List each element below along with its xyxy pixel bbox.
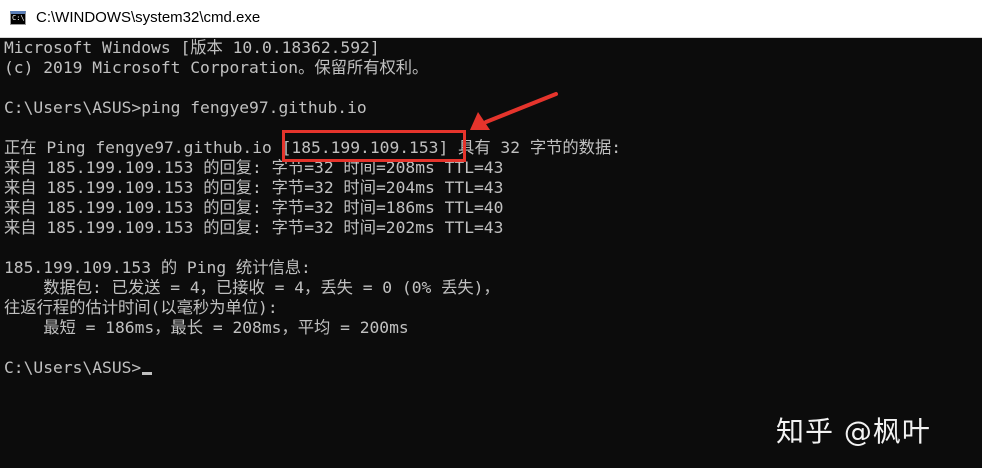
- console-output[interactable]: Microsoft Windows [版本 10.0.18362.592] (c…: [0, 38, 982, 468]
- arrow-shaft: [484, 92, 558, 124]
- annotation-arrow: [470, 92, 558, 130]
- watermark: 知乎 @枫叶: [776, 415, 931, 448]
- cmd-icon: C:\: [10, 11, 26, 25]
- title-bar[interactable]: C:\ C:\WINDOWS\system32\cmd.exe: [0, 0, 982, 38]
- window-title: C:\WINDOWS\system32\cmd.exe: [36, 9, 261, 26]
